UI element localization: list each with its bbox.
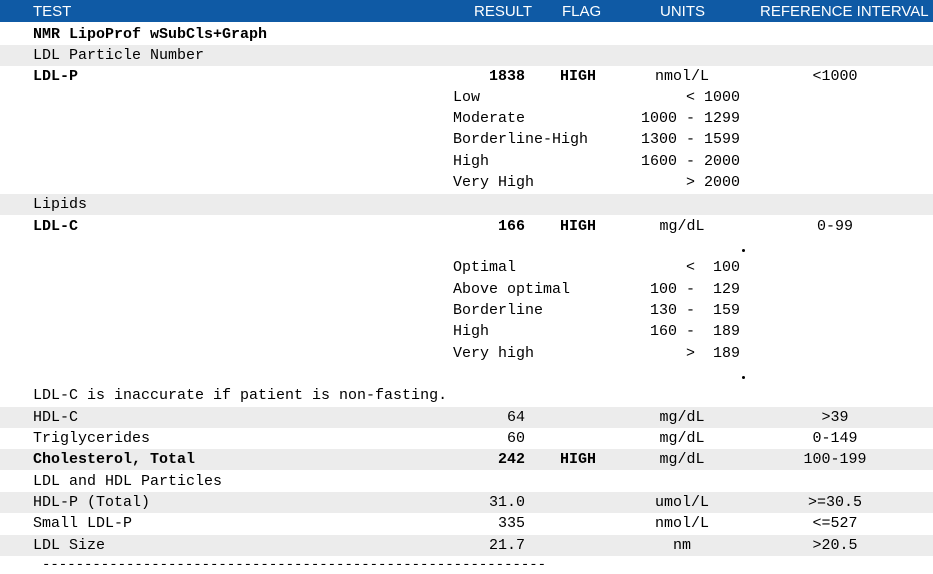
units-value: umol/L	[654, 494, 709, 511]
test-name: Triglycerides	[33, 430, 151, 447]
result-value: 166	[497, 218, 525, 235]
range-label: High	[453, 153, 490, 170]
units-value: mg/dL	[659, 430, 705, 447]
panel-title: NMR LipoProf wSubCls+Graph	[33, 26, 268, 43]
range-label: Moderate	[453, 110, 526, 127]
table-row: Small LDL-P 335 nmol/L <=527	[0, 513, 933, 534]
range-label: Borderline-High	[453, 131, 589, 148]
range-value: < 100	[685, 259, 740, 276]
test-name: LDL-C	[33, 218, 79, 235]
section-lipids: Lipids	[33, 196, 88, 213]
table-header: TEST RESULT FLAG UNITS REFERENCE INTERVA…	[0, 0, 933, 22]
reference-value: >20.5	[812, 537, 858, 554]
flag-value: HIGH	[560, 218, 597, 235]
table-row: HDL-C 64 mg/dL >39	[0, 407, 933, 428]
test-name: HDL-C	[33, 409, 79, 426]
units-value: mg/dL	[659, 451, 705, 468]
result-value: 60	[506, 430, 525, 447]
section-ldl-particle-number: LDL Particle Number	[33, 47, 205, 64]
section-ldl-hdl-particles: LDL and HDL Particles	[33, 473, 223, 490]
table-row: LDL Size 21.7 nm >20.5	[0, 535, 933, 556]
result-value: 242	[497, 451, 525, 468]
reference-value: <=527	[812, 515, 858, 532]
result-value: 64	[506, 409, 525, 426]
units-value: mg/dL	[659, 218, 705, 235]
units-value: nm	[672, 537, 691, 554]
range-label: High	[453, 323, 490, 340]
units-value: mg/dL	[659, 409, 705, 426]
dot-mark	[742, 249, 745, 252]
range-value: < 1000	[685, 89, 740, 106]
reference-value: 0-99	[816, 218, 853, 235]
header-units: UNITS	[660, 3, 705, 20]
flag-value: HIGH	[560, 68, 597, 85]
header-flag: FLAG	[562, 3, 602, 20]
table-row: Triglycerides 60 mg/dL 0-149	[0, 428, 933, 449]
units-value: nmol/L	[654, 68, 709, 85]
result-value: 335	[497, 515, 525, 532]
range-value: 1600 - 2000	[640, 153, 740, 170]
test-name: Small LDL-P	[33, 515, 133, 532]
reference-value: >=30.5	[807, 494, 862, 511]
range-label: Very high	[453, 345, 535, 362]
units-value: nmol/L	[654, 515, 709, 532]
result-value: 21.7	[488, 537, 525, 554]
range-value: 100 - 129	[649, 281, 740, 298]
test-name: Cholesterol, Total	[33, 451, 196, 468]
test-name: LDL Size	[33, 537, 106, 554]
table-row: HDL-P (Total) 31.0 umol/L >=30.5	[0, 492, 933, 513]
header-reference-interval: REFERENCE INTERVAL	[760, 3, 929, 20]
reference-value: <1000	[812, 68, 858, 85]
range-label: Above optimal	[453, 281, 571, 298]
range-label: Very High	[453, 174, 535, 191]
table-row: LDL-P 1838 HIGH nmol/L <1000	[0, 66, 933, 87]
header-test: TEST	[33, 3, 72, 20]
test-name: HDL-P (Total)	[33, 494, 151, 511]
range-value: > 2000	[685, 174, 740, 191]
range-value: 160 - 189	[649, 323, 740, 340]
section-row: Lipids	[0, 194, 933, 215]
result-value: 31.0	[488, 494, 525, 511]
table-row: LDL-C 166 HIGH mg/dL 0-99	[0, 216, 933, 237]
range-label: Low	[453, 89, 481, 106]
ldl-c-note: LDL-C is inaccurate if patient is non-fa…	[33, 387, 448, 404]
table-row: Cholesterol, Total 242 HIGH mg/dL 100-19…	[0, 449, 933, 470]
section-row: LDL Particle Number	[0, 45, 933, 66]
result-value: 1838	[488, 68, 525, 85]
divider-line: ----------------------------------------…	[42, 557, 547, 573]
range-value: > 189	[685, 345, 740, 362]
test-name: LDL-P	[33, 68, 79, 85]
reference-value: 100-199	[803, 451, 867, 468]
flag-value: HIGH	[560, 451, 597, 468]
range-label: Optimal	[453, 259, 517, 276]
section-row: LDL and HDL Particles	[0, 471, 933, 492]
range-label: Borderline	[453, 302, 544, 319]
dot-mark	[742, 376, 745, 379]
range-value: 130 - 159	[649, 302, 740, 319]
reference-value: >39	[821, 409, 849, 426]
range-value: 1300 - 1599	[640, 131, 740, 148]
reference-value: 0-149	[812, 430, 858, 447]
header-result: RESULT	[474, 3, 533, 20]
range-value: 1000 - 1299	[640, 110, 740, 127]
